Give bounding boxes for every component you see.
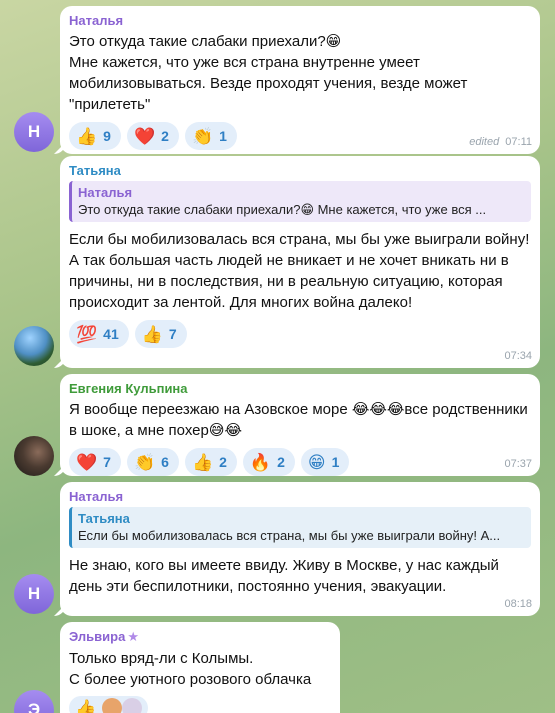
- sender-name[interactable]: Евгения Кульпина: [69, 381, 531, 396]
- message-bubble[interactable]: Наталья Татьяна Если бы мобилизовалась в…: [60, 482, 540, 616]
- message-meta: 08:18: [504, 598, 532, 610]
- message-time: 07:11: [505, 136, 532, 148]
- chat-history[interactable]: Наталья Это откуда такие слабаки приехал…: [0, 0, 555, 713]
- avatar[interactable]: Н: [14, 574, 54, 614]
- reaction-count: 6: [161, 454, 169, 470]
- sender-name[interactable]: Наталья: [69, 13, 531, 28]
- message-time: 08:18: [504, 598, 532, 610]
- message-text: Я вообще переезжаю на Азовское море 😂😂😂в…: [69, 401, 532, 439]
- message-bubble[interactable]: Эльвира ★ Только вряд-ли с Колымы. С боле…: [60, 622, 340, 713]
- reaction-heart[interactable]: ❤️ 2: [126, 122, 179, 150]
- reactions-bar: 💯 41 👍 7: [69, 320, 531, 348]
- reaction-clap[interactable]: 👏 6: [126, 448, 179, 476]
- reaction-thumbs-up[interactable]: 👍 9: [69, 122, 121, 150]
- message-text: Только вряд-ли с Колымы. С более уютного…: [69, 650, 312, 688]
- message-text: Не знаю, кого вы имеете ввиду. Живу в Мо…: [69, 557, 504, 595]
- sender-name[interactable]: Наталья: [69, 489, 531, 504]
- edited-label: edited: [469, 136, 500, 148]
- avatar[interactable]: Э: [14, 690, 54, 713]
- reactor-avatar: [102, 698, 123, 713]
- sender-name[interactable]: Эльвира ★: [69, 629, 331, 645]
- avatar[interactable]: [14, 326, 54, 366]
- avatar-letter: Э: [27, 700, 41, 713]
- avatar[interactable]: [14, 436, 54, 476]
- message-text: Это откуда такие слабаки приехали?😁 Мне …: [69, 33, 468, 113]
- reply-author: Наталья: [78, 185, 133, 200]
- heart-icon: ❤️: [76, 452, 98, 472]
- sender-name-text: Эльвира: [69, 629, 126, 644]
- reaction-count: 7: [168, 326, 177, 342]
- reply-quote[interactable]: Татьяна Если бы мобилизовалась вся стран…: [69, 507, 531, 548]
- fire-icon: 🔥: [249, 452, 272, 472]
- avatar[interactable]: Н: [14, 112, 54, 152]
- thumbs-up-icon: 👍: [76, 126, 98, 146]
- reply-text: Если бы мобилизовалась вся страна, мы бы…: [78, 528, 501, 543]
- reactor-avatar: [122, 698, 143, 713]
- avatar-letter: Н: [27, 122, 41, 141]
- message-meta: edited 07:11: [469, 136, 532, 148]
- message-bubble[interactable]: Татьяна Наталья Это откуда такие слабаки…: [60, 156, 540, 368]
- hundred-points-icon: 💯: [76, 324, 98, 344]
- reaction-count: 9: [103, 128, 111, 144]
- thumbs-up-icon: 👍: [75, 698, 97, 713]
- reply-quote[interactable]: Наталья Это откуда такие слабаки приехал…: [69, 181, 531, 222]
- clap-icon: 👏: [133, 452, 156, 472]
- reply-author: Татьяна: [78, 511, 130, 526]
- thumbs-up-icon: 👍: [141, 324, 163, 344]
- reaction-thumbs-up[interactable]: 👍 2: [184, 448, 237, 476]
- message-meta: 07:34: [504, 350, 532, 362]
- message-time: 07:34: [504, 350, 532, 362]
- clap-icon: 👏: [191, 126, 214, 146]
- avatar-letter: Н: [27, 584, 41, 603]
- heart-icon: ❤️: [133, 126, 156, 146]
- thumbs-up-icon: 👍: [191, 452, 214, 472]
- reactions-bar: ❤️ 7 👏 6 👍 2 🔥 2 😁 1: [69, 448, 531, 476]
- reaction-count: 41: [103, 326, 119, 342]
- reaction-count: 1: [331, 454, 340, 470]
- reactions-bar: 👍: [69, 696, 331, 713]
- reactions-bar: 👍 9 ❤️ 2 👏 1: [69, 122, 531, 150]
- reaction-thumbs-up[interactable]: 👍 7: [134, 320, 187, 348]
- reaction-grin[interactable]: 😁 1: [300, 448, 350, 476]
- reaction-count: 1: [219, 128, 227, 144]
- reaction-thumbs-up[interactable]: 👍: [69, 696, 149, 713]
- reaction-heart[interactable]: ❤️ 7: [69, 448, 121, 476]
- reaction-count: 2: [277, 454, 285, 470]
- message-meta: 07:37: [504, 458, 532, 470]
- message-bubble[interactable]: Наталья Это откуда такие слабаки приехал…: [60, 6, 540, 154]
- reaction-clap[interactable]: 👏 1: [184, 122, 237, 150]
- message-bubble[interactable]: Евгения Кульпина Я вообще переезжаю на А…: [60, 374, 540, 476]
- sender-name[interactable]: Татьяна: [69, 163, 531, 178]
- reply-text: Это откуда такие слабаки приехали?😁 Мне …: [78, 202, 487, 217]
- message-text: Если бы мобилизовалась вся страна, мы бы…: [69, 231, 534, 311]
- message-time: 07:37: [504, 458, 532, 470]
- reaction-count: 2: [219, 454, 227, 470]
- reaction-count: 2: [161, 128, 169, 144]
- reaction-fire[interactable]: 🔥 2: [242, 448, 295, 476]
- reaction-hundred[interactable]: 💯 41: [69, 320, 129, 348]
- reaction-count: 7: [103, 454, 111, 470]
- grin-icon: 😁: [307, 452, 326, 472]
- star-badge-icon: ★: [127, 629, 139, 644]
